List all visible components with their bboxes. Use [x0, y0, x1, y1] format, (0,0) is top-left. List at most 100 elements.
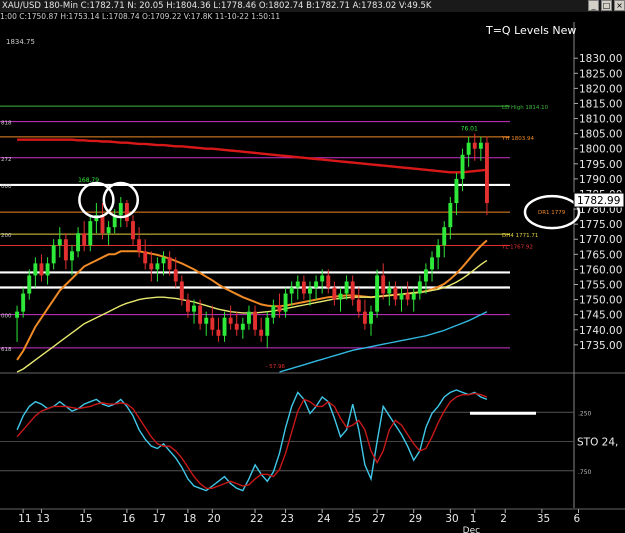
x-tick-label: 29	[409, 513, 422, 525]
x-month-label: Dec	[463, 526, 480, 533]
level-left-label: 000	[1, 314, 12, 320]
candle-body	[124, 203, 129, 222]
candle-body	[222, 317, 227, 336]
candle-body	[88, 221, 93, 246]
candle-body	[417, 281, 422, 294]
x-tick-label: 16	[122, 513, 136, 525]
candle-body	[393, 287, 398, 300]
candle-body	[265, 317, 270, 336]
candle-body	[448, 203, 453, 228]
candle-body	[332, 287, 337, 300]
x-tick-label: 17	[152, 513, 165, 525]
candle-body	[57, 239, 62, 246]
candle-body	[369, 311, 373, 324]
candle-body	[387, 287, 392, 294]
candle-body	[344, 281, 349, 294]
candle-body	[204, 317, 209, 324]
x-tick-label: 30	[445, 513, 458, 525]
candle-body	[271, 305, 276, 318]
candle-body	[155, 263, 160, 270]
candle-body	[375, 275, 380, 312]
y-tick-label: 1790.00	[579, 174, 622, 186]
level-label: YH 1803.94	[501, 136, 534, 142]
x-tick-label: 11	[18, 513, 31, 525]
candle-body	[320, 275, 325, 282]
top-left-price-label: 1834.75	[6, 38, 35, 46]
candle-body	[143, 251, 148, 264]
level-left-label: 200	[1, 233, 12, 239]
candle-body	[308, 287, 312, 294]
candle-body	[167, 257, 172, 270]
level-left-label: 818	[1, 121, 12, 127]
annotation-label: DR1 1779	[538, 210, 566, 216]
level-left-label: 272	[1, 157, 12, 163]
stochastic-line	[16, 389, 488, 492]
candle-body	[399, 293, 404, 300]
x-tick-label: 18	[183, 513, 196, 525]
level-label: LD High 1814.10	[502, 105, 549, 111]
candle-body	[216, 329, 221, 336]
x-tick-label: 2	[500, 513, 507, 525]
y-tick-label: 1740.00	[579, 325, 622, 337]
candle-body	[179, 281, 184, 300]
y-tick-label: 1760.00	[579, 264, 622, 276]
y-tick-label: 1800.00	[579, 144, 622, 156]
y-tick-label: 1735.00	[579, 340, 622, 352]
candle-body	[45, 263, 50, 276]
candle-body	[350, 281, 355, 300]
candle-body	[301, 281, 306, 294]
candle-body	[27, 275, 32, 294]
candle-body	[405, 293, 410, 300]
candle-body	[100, 215, 105, 234]
x-tick-label: 13	[36, 513, 49, 525]
stoch-title: STO 24,	[577, 437, 618, 449]
candle-body	[51, 245, 56, 264]
candle-body	[314, 281, 319, 288]
candle-body	[118, 203, 123, 216]
stoch-level-label: .250	[578, 410, 592, 417]
x-tick-label: 27	[372, 513, 385, 525]
candle-body	[131, 221, 135, 240]
candle-body	[472, 142, 477, 149]
x-tick-label: 6	[573, 513, 580, 525]
candle-body	[228, 317, 233, 324]
level-left-label: 618	[1, 347, 12, 353]
y-tick-label: 1825.00	[579, 68, 622, 80]
candle-body	[460, 154, 465, 179]
y-tick-label: 1775.00	[579, 219, 622, 231]
candle-body	[198, 305, 203, 324]
candle-body	[454, 178, 459, 204]
annotation-label: - 57.96	[266, 364, 286, 370]
candle-body	[411, 293, 416, 300]
candle-body	[381, 275, 386, 294]
candle-body	[253, 311, 258, 330]
candle-body	[149, 263, 154, 270]
candle-body	[161, 257, 166, 264]
stoch-level-label: .750	[578, 469, 592, 476]
candle-body	[289, 287, 294, 294]
stochastic-line	[16, 392, 488, 489]
x-tick-label: 1	[470, 513, 477, 525]
y-tick-label: 1810.00	[579, 114, 622, 126]
candle-body	[430, 257, 434, 270]
x-tick-label: 23	[281, 513, 294, 525]
x-tick-label: 15	[79, 513, 92, 525]
candle-body	[76, 233, 81, 252]
candle-body	[39, 263, 44, 276]
x-tick-label: 25	[348, 513, 361, 525]
candle-body	[283, 293, 288, 312]
candle-body	[33, 263, 38, 276]
candle-body	[210, 317, 215, 330]
candle-body	[15, 311, 20, 318]
y-tick-label: 1805.00	[579, 129, 622, 141]
y-tick-label: 1830.00	[579, 53, 622, 65]
x-tick-label: 35	[537, 513, 550, 525]
candle-body	[246, 311, 251, 324]
candle-body	[277, 305, 282, 312]
candle-body	[173, 269, 178, 282]
candle-body	[356, 299, 361, 312]
price-chart[interactable]: 1834.75 T=Q Levels New 1735.00 1740.00 1745.…	[0, 0, 625, 533]
y-tick-label: 1795.00	[579, 159, 622, 171]
level-left-label: 000	[1, 184, 12, 190]
y-tick-label: 1750.00	[579, 295, 622, 307]
